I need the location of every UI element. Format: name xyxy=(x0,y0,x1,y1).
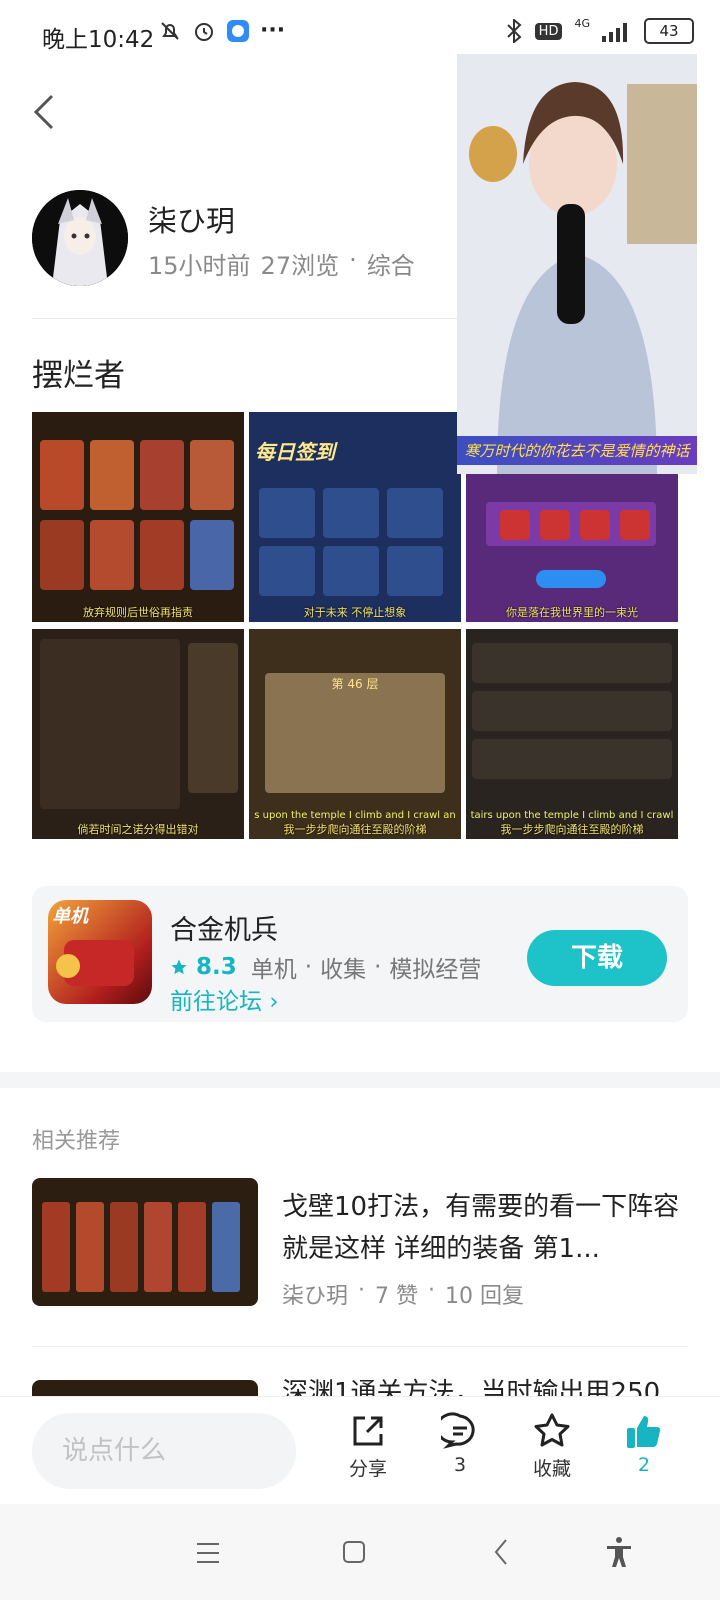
app-icon-badge: 单机 xyxy=(52,906,88,927)
image-caption: 对于未来 不停止想象 xyxy=(303,606,407,619)
like-count: 2 xyxy=(637,1454,651,1476)
favorite-button[interactable]: 收藏 xyxy=(517,1412,587,1481)
signal-icon xyxy=(602,23,627,42)
more-notifications-icon: ··· xyxy=(260,18,286,43)
floating-video-window[interactable]: 寒万时代的你花去不是爱情的神话 xyxy=(457,54,697,474)
author-avatar[interactable] xyxy=(32,190,128,286)
forum-link[interactable]: 前往论坛 › xyxy=(170,982,279,1016)
app-tag: 收集 xyxy=(320,957,367,983)
favorite-label: 收藏 xyxy=(532,1458,571,1480)
share-icon xyxy=(353,1416,383,1446)
related-title[interactable]: 戈壁10打法，有需要的看一下阵容就是这样 详细的装备 第1... xyxy=(282,1186,682,1270)
related-divider xyxy=(32,1346,688,1347)
author-name[interactable]: 柒ひ玥 xyxy=(148,198,235,240)
comment-icon xyxy=(441,1412,475,1449)
status-time: 晚上10:42 xyxy=(42,27,155,53)
tag-separator: · xyxy=(304,954,313,980)
related-section-title: 相关推荐 xyxy=(32,1129,121,1154)
meta-separator: · xyxy=(349,246,357,274)
star-outline-icon xyxy=(534,1413,570,1447)
menu-icon[interactable] xyxy=(195,1542,221,1564)
app-rating: 8.3 xyxy=(196,954,237,980)
image-caption: 你是落在我世界里的一束光 xyxy=(506,606,638,619)
post-time: 15小时前 xyxy=(148,252,251,280)
back-arrow-icon[interactable] xyxy=(30,90,60,134)
app-notification-icon xyxy=(227,19,249,42)
post-views: 27浏览 xyxy=(260,252,340,280)
video-caption: 寒万时代的你花去不是爱情的神话 xyxy=(457,436,697,465)
share-button[interactable]: 分享 xyxy=(333,1412,403,1481)
related-likes: 7 赞 xyxy=(375,1284,419,1309)
status-icons-right: HD 4G 43 xyxy=(505,16,694,44)
post-image[interactable]: 第 46 层 s upon the temple I climb and I c… xyxy=(249,629,461,839)
alarm-icon xyxy=(195,22,213,41)
related-replies: 10 回复 xyxy=(445,1284,525,1309)
comment-count: 3 xyxy=(453,1454,467,1476)
video-frame xyxy=(457,54,697,474)
app-name[interactable]: 合金机兵 xyxy=(170,908,278,947)
image-caption: 我一步步爬向通往至殿的阶梯 xyxy=(283,823,427,836)
related-thumbnail[interactable] xyxy=(32,1178,258,1306)
image-overlay-text: 第 46 层 xyxy=(331,677,379,691)
post-title: 摆烂者 xyxy=(32,358,125,394)
post-category[interactable]: 综合 xyxy=(367,246,415,281)
post-image[interactable]: tairs upon the temple I climb and I craw… xyxy=(466,629,678,839)
related-thumbnail[interactable] xyxy=(32,1380,258,1396)
download-button[interactable]: 下载 xyxy=(527,930,667,986)
star-icon xyxy=(171,959,187,975)
like-button[interactable]: 2 xyxy=(609,1412,679,1476)
section-gap xyxy=(0,1072,720,1088)
status-icons-left: ··· xyxy=(158,18,285,43)
forum-link-label: 前往论坛 xyxy=(170,989,262,1015)
avatar-image xyxy=(32,190,128,286)
mute-icon xyxy=(161,21,179,40)
hd-icon: HD xyxy=(534,22,563,40)
share-label: 分享 xyxy=(348,1458,387,1480)
bluetooth-icon xyxy=(506,19,522,43)
post-image[interactable]: 每日签到 对于未来 不停止想象 xyxy=(249,412,461,622)
image-caption: 我一步步爬向通往至殿的阶梯 xyxy=(500,823,644,836)
post-image[interactable]: 放弃规则后世俗再指责 xyxy=(32,412,244,622)
app-tag: 模拟经营 xyxy=(389,957,482,983)
comment-input[interactable]: 说点什么 xyxy=(32,1413,296,1489)
comment-button[interactable]: 3 xyxy=(425,1412,495,1476)
thumbs-up-icon xyxy=(627,1416,661,1448)
image-overlay-text: s upon the temple I climb and I crawl an xyxy=(254,810,456,821)
post-image[interactable]: 倘若时间之诺分得出错对 xyxy=(32,629,244,839)
tag-separator: · xyxy=(374,954,382,980)
post-meta: 15小时前 27浏览 · 综合 xyxy=(148,246,415,281)
image-caption: 放弃规则后世俗再指责 xyxy=(83,606,193,619)
related-title[interactable]: 深渊1通关方法，当时输出用250 xyxy=(282,1372,682,1396)
app-meta: 8.3 单机 · 收集 · 模拟经营 xyxy=(170,950,481,984)
back-icon[interactable] xyxy=(492,1538,510,1566)
accessibility-icon[interactable] xyxy=(605,1536,633,1568)
home-icon[interactable] xyxy=(342,1540,366,1564)
app-icon[interactable]: 单机 xyxy=(48,900,152,1004)
chevron-right-icon: › xyxy=(269,989,279,1015)
system-nav-bar xyxy=(0,1504,720,1600)
related-author: 柒ひ玥 xyxy=(282,1284,349,1309)
network-label: 4G xyxy=(574,16,590,30)
meta-separator: · xyxy=(428,1278,436,1303)
image-caption: 倘若时间之诺分得出错对 xyxy=(77,823,199,836)
battery-icon: 43 xyxy=(644,18,694,44)
related-meta: 柒ひ玥 · 7 赞 · 10 回复 xyxy=(282,1278,524,1310)
image-overlay-text: tairs upon the temple I climb and I craw… xyxy=(470,810,674,821)
image-overlay-text: 每日签到 xyxy=(255,440,335,464)
app-tag: 单机 xyxy=(250,957,297,983)
meta-separator: · xyxy=(358,1278,366,1303)
